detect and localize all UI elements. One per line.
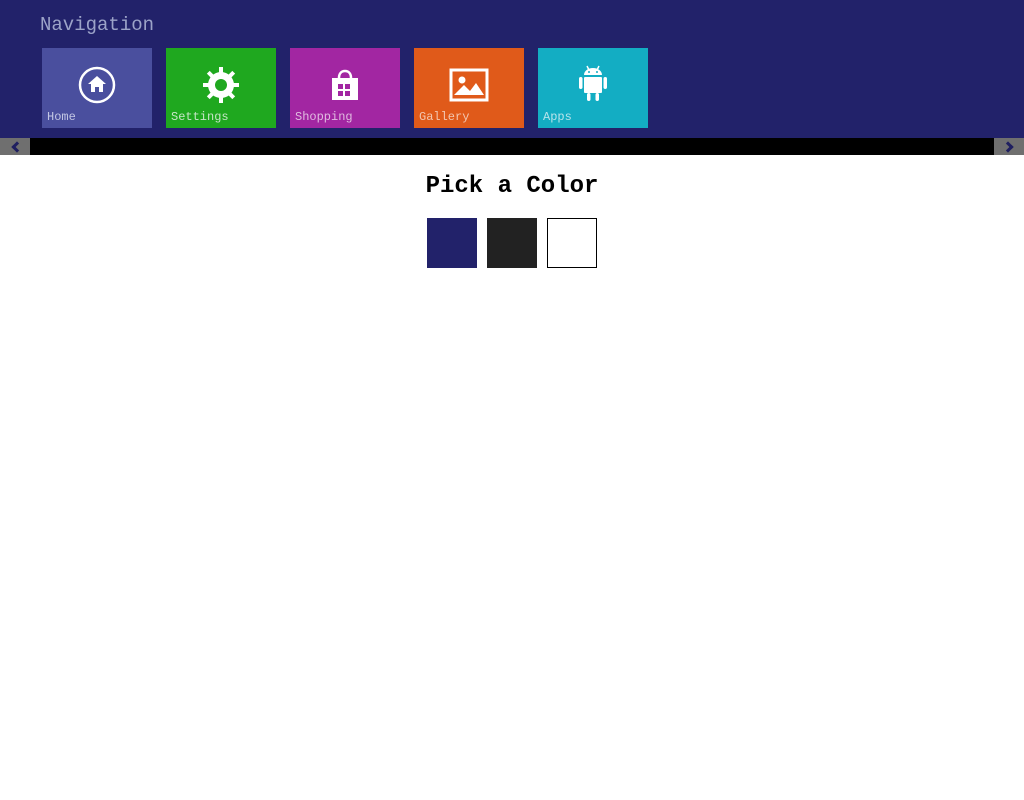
swatch-row <box>0 218 1024 268</box>
shopping-bag-icon <box>326 61 364 109</box>
color-swatch-navy[interactable] <box>427 218 477 268</box>
color-swatch-white[interactable] <box>547 218 597 268</box>
tile-label: Gallery <box>419 110 469 124</box>
android-icon <box>575 61 611 109</box>
tile-shopping[interactable]: Shopping <box>290 48 400 128</box>
tile-settings[interactable]: Settings <box>166 48 276 128</box>
scroll-left-button[interactable] <box>0 138 30 155</box>
tile-gallery[interactable]: Gallery <box>414 48 524 128</box>
chevron-left-icon <box>11 141 22 152</box>
color-picker-title: Pick a Color <box>0 173 1024 200</box>
tile-label: Settings <box>171 110 229 124</box>
tile-apps[interactable]: Apps <box>538 48 648 128</box>
gear-icon <box>201 61 241 109</box>
color-swatch-dark[interactable] <box>487 218 537 268</box>
tile-label: Apps <box>543 110 572 124</box>
navigation-bar: Navigation Home <box>0 0 1024 155</box>
tile-label: Shopping <box>295 110 353 124</box>
color-picker-section: Pick a Color <box>0 155 1024 268</box>
scroll-right-button[interactable] <box>994 138 1024 155</box>
tile-home[interactable]: Home <box>42 48 152 128</box>
navigation-title: Navigation <box>0 10 1024 48</box>
tiles-row: Home <box>0 48 1024 138</box>
chevron-right-icon <box>1002 141 1013 152</box>
picture-icon <box>448 61 490 109</box>
tile-label: Home <box>47 110 76 124</box>
scroll-arrow-bar <box>0 138 1024 155</box>
home-icon <box>77 61 117 109</box>
